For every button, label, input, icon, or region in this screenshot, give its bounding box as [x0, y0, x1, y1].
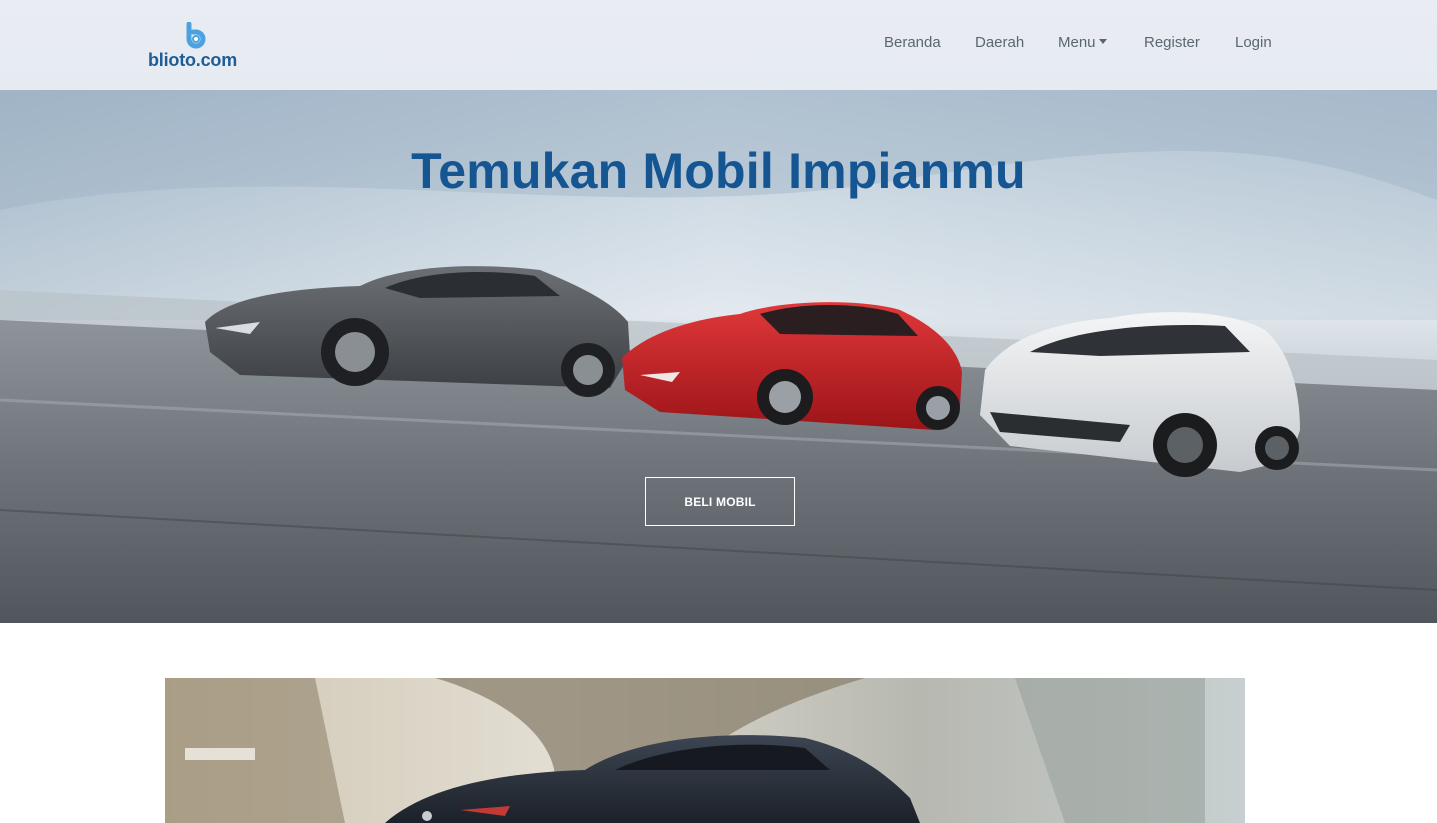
navbar: blioto.com Beranda Daerah Menu Register …	[0, 0, 1437, 90]
nav-beranda[interactable]: Beranda	[884, 34, 941, 51]
nav-menu-label: Menu	[1058, 34, 1096, 51]
nav-daerah[interactable]: Daerah	[975, 34, 1024, 51]
nav-register[interactable]: Register	[1144, 34, 1200, 51]
logo-mark-icon	[186, 22, 206, 49]
brand-name: blioto.com	[148, 50, 237, 70]
hero-banner: Temukan Mobil Impianmu BELI MOBIL	[0, 90, 1437, 623]
beli-mobil-button[interactable]: BELI MOBIL	[645, 477, 795, 526]
hero-title: Temukan Mobil Impianmu	[411, 143, 1026, 199]
nav-login[interactable]: Login	[1235, 34, 1272, 51]
sedan-photo	[165, 678, 1245, 823]
feature-image	[165, 678, 1245, 823]
nav-menu-dropdown[interactable]: Menu	[1058, 34, 1107, 51]
brand-logo[interactable]: blioto.com	[148, 22, 244, 72]
caret-down-icon	[1098, 39, 1107, 44]
